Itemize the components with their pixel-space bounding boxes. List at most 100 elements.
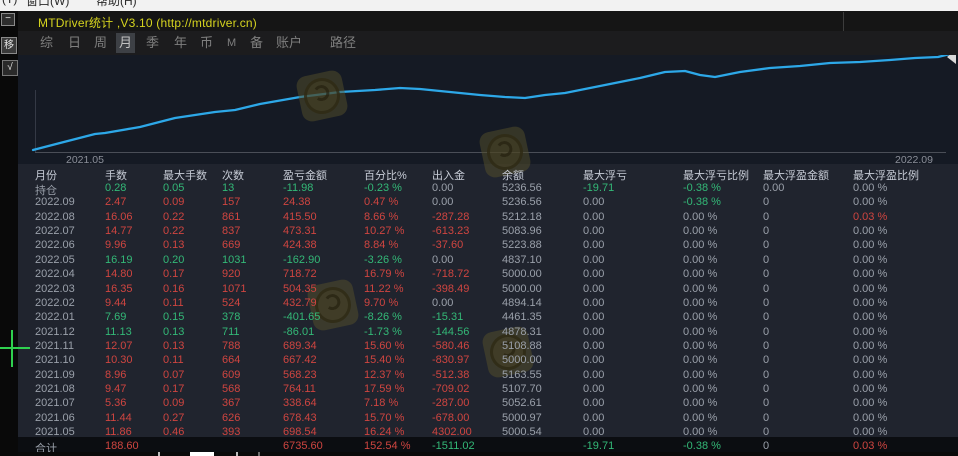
table-cell: 0.09 [163, 397, 184, 409]
row-label: 2021.05 [35, 426, 75, 438]
column-header[interactable]: 百分比% [364, 167, 407, 183]
table-cell: -613.23 [432, 225, 469, 237]
title-bar[interactable]: MTDriver统计 ,V3.10 (http://mtdriver.cn) [18, 11, 958, 31]
table-cell: -144.56 [432, 326, 469, 338]
equity-chart[interactable]: 2021.05 2022.09 [18, 50, 958, 164]
table-cell: 0 [763, 354, 769, 366]
table-cell: 0.00 [583, 196, 604, 208]
column-header[interactable]: 最大浮亏比例 [683, 167, 749, 183]
table-cell: 0.00 % [853, 354, 887, 366]
row-label: 2021.11 [35, 340, 74, 352]
table-cell: 0.47 % [364, 196, 398, 208]
table-cell: -8.26 % [364, 311, 402, 323]
row-label: 2022.08 [35, 211, 75, 223]
table-cell: 764.11 [283, 383, 316, 395]
table-cell: 11.22 % [364, 283, 404, 295]
column-header[interactable]: 月份 [35, 167, 57, 183]
table-cell: 15.60 % [364, 340, 404, 352]
table-cell: 0.00 % [683, 297, 717, 309]
table-cell: 14.80 [105, 268, 133, 280]
tab-month-selected[interactable]: 月 [116, 33, 135, 53]
table-cell: 0 [763, 297, 769, 309]
bottom-white-box [190, 452, 214, 456]
row-label: 2021.07 [35, 397, 75, 409]
table-cell: 667.42 [283, 354, 317, 366]
column-header[interactable]: 余额 [502, 167, 524, 183]
column-header[interactable]: 最大浮亏 [583, 167, 627, 183]
parent-menu-window[interactable]: 窗口(W) [26, 0, 69, 9]
table-cell: 0 [763, 268, 769, 280]
table-cell: 0.00 % [683, 326, 717, 338]
table-cell: 9.96 [105, 239, 126, 251]
table-cell: 5000.00 [502, 354, 542, 366]
column-header[interactable]: 最大浮盈比例 [853, 167, 919, 183]
table-cell: 788 [222, 340, 240, 352]
table-cell: -37.60 [432, 239, 463, 251]
table-cell: 0.00 [583, 369, 604, 381]
table-cell: 837 [222, 225, 240, 237]
tab-currency[interactable]: 币 [200, 31, 213, 55]
tab-note[interactable]: 备 [250, 31, 263, 55]
tab-account[interactable]: 账户 [276, 31, 302, 55]
table-cell: 432.79 [283, 297, 317, 309]
table-cell: -830.97 [432, 354, 469, 366]
table-cell: 14.77 [105, 225, 133, 237]
table-cell: 678.43 [283, 412, 317, 424]
table-cell: -580.46 [432, 340, 469, 352]
table-cell: 0.00 % [853, 369, 887, 381]
tab-path[interactable]: 路径 [330, 31, 356, 55]
stats-table: 月份 手数 最大手数次数 盈亏金额 百分比% 出入金 余额 最大浮亏 最大浮亏比例最大浮盈金额 最… [18, 164, 958, 452]
move-button[interactable]: 移 [1, 37, 17, 54]
column-header[interactable]: 最大手数 [163, 167, 207, 183]
column-header[interactable]: 盈亏金额 [283, 167, 327, 183]
table-cell: 568 [222, 383, 240, 395]
table-cell: 15.70 % [364, 412, 404, 424]
table-cell: 0 [763, 211, 769, 223]
check-button[interactable]: √ [2, 60, 18, 76]
table-cell: 2.47 [105, 196, 126, 208]
column-header[interactable]: 最大浮盈金额 [763, 167, 829, 183]
table-cell: 6735.60 [283, 440, 323, 452]
table-cell: 5000.00 [502, 268, 542, 280]
table-cell: 0.00 % [683, 369, 717, 381]
table-cell: 0 [763, 196, 769, 208]
tab-week[interactable]: 周 [94, 31, 107, 55]
table-cell: 9.47 [105, 383, 126, 395]
parent-menu-fragment[interactable]: (T) [2, 0, 17, 6]
table-cell: 0.00 % [683, 254, 717, 266]
table-cell: 0.07 [163, 369, 184, 381]
table-cell: 0.00 [763, 182, 784, 194]
table-cell: 0 [763, 283, 769, 295]
table-cell: 1031 [222, 254, 246, 266]
table-cell: 0.00 [583, 225, 604, 237]
table-cell: 711 [222, 326, 240, 338]
table-cell: 11.86 [105, 426, 132, 438]
parent-menu-help[interactable]: 帮助(H) [96, 0, 137, 9]
table-cell: 5.36 [105, 397, 126, 409]
tab-year[interactable]: 年 [174, 31, 187, 55]
table-cell: 0.11 [163, 297, 184, 309]
table-cell: -709.02 [432, 383, 469, 395]
table-cell: 609 [222, 369, 240, 381]
bottom-tick [158, 452, 160, 456]
table-cell: -401.65 [283, 311, 320, 323]
table-cell: 504.35 [283, 283, 317, 295]
table-cell: 0.00 % [853, 297, 887, 309]
table-cell: 0.00 % [853, 412, 887, 424]
table-cell: 7.69 [105, 311, 126, 323]
tab-m[interactable]: M [227, 31, 236, 55]
row-label: 2022.05 [35, 254, 75, 266]
table-cell: 0.03 % [853, 211, 887, 223]
tab-zong[interactable]: 综 [40, 31, 53, 55]
column-header[interactable]: 出入金 [432, 167, 465, 183]
tab-quarter[interactable]: 季 [146, 31, 159, 55]
bottom-edge-strip [18, 452, 958, 456]
tab-day[interactable]: 日 [68, 31, 81, 55]
table-cell: 5000.54 [502, 426, 542, 438]
column-header[interactable]: 手数 [105, 167, 127, 183]
column-header[interactable]: 次数 [222, 167, 244, 183]
table-cell: 0.00 [583, 311, 604, 323]
minimize-button[interactable]: − [1, 13, 15, 26]
table-cell: 0.00 % [853, 426, 887, 438]
table-cell: 4894.14 [502, 297, 542, 309]
